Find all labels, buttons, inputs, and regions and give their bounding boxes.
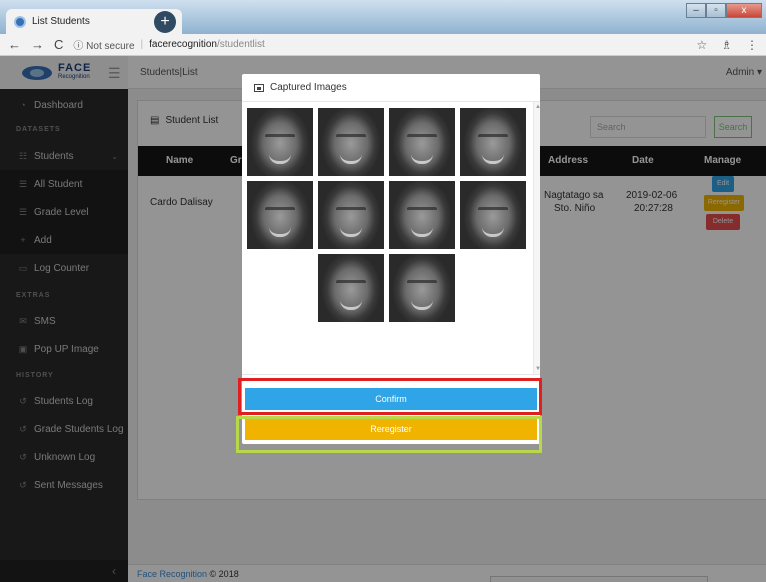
reload-icon[interactable]: C <box>54 37 63 52</box>
window-controls: – ▫ x <box>686 3 762 18</box>
gallery-scrollbar[interactable]: ▲ ▼ <box>533 102 540 374</box>
bookmark-star-icon[interactable]: ☆ <box>696 38 707 52</box>
address-bar: ← → C ⓘ Not secure | facerecognition /st… <box>0 34 766 56</box>
not-secure-indicator[interactable]: ⓘ Not secure <box>73 37 134 52</box>
captured-face-image <box>460 108 526 176</box>
url-separator: | <box>140 39 144 50</box>
highlight-box-reregister <box>236 416 542 453</box>
image-icon <box>254 83 264 92</box>
scroll-up-icon[interactable]: ▲ <box>535 104 540 110</box>
modal-header: Captured Images <box>242 74 540 102</box>
url-host[interactable]: facerecognition <box>149 39 217 50</box>
modal-divider <box>242 374 540 375</box>
extension-icon[interactable]: ♗ <box>721 38 732 52</box>
close-window-icon[interactable]: x <box>726 3 762 18</box>
captured-face-image <box>318 108 384 176</box>
back-arrow-icon[interactable]: ← <box>8 37 21 52</box>
browser-menu-icon[interactable]: ⋮ <box>746 38 758 52</box>
captured-face-image <box>460 181 526 249</box>
modal-title: Captured Images <box>270 82 347 93</box>
captured-face-image <box>318 181 384 249</box>
captured-face-image <box>247 181 313 249</box>
browser-titlebar: List Students × + – ▫ x <box>0 0 766 34</box>
captured-face-image <box>389 254 455 322</box>
captured-face-image <box>247 108 313 176</box>
captured-images-gallery: ▲ ▼ <box>242 102 540 374</box>
maximize-icon[interactable]: ▫ <box>706 3 726 18</box>
forward-arrow-icon[interactable]: → <box>31 37 44 52</box>
minimize-icon[interactable]: – <box>686 3 706 18</box>
address-bar-actions: ☆ ♗ ⋮ <box>696 38 758 52</box>
highlight-box-confirm <box>238 378 542 415</box>
url-path[interactable]: /studentlist <box>217 39 265 50</box>
captured-face-image <box>389 181 455 249</box>
captured-face-image <box>389 108 455 176</box>
new-tab-button[interactable]: + <box>154 11 176 33</box>
captured-face-image <box>318 254 384 322</box>
favicon-icon <box>14 15 26 28</box>
tab-title: List Students <box>32 16 90 27</box>
scroll-down-icon[interactable]: ▼ <box>535 366 540 372</box>
